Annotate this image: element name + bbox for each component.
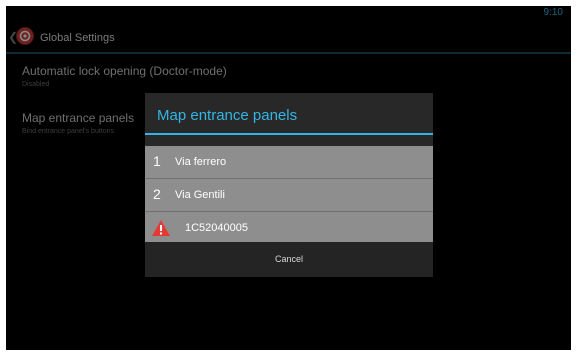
option-index: 1 bbox=[153, 153, 161, 169]
dialog-option-via-ferrero[interactable]: 1 Via ferrero bbox=[145, 146, 433, 179]
option-label: Via ferrero bbox=[175, 156, 227, 168]
dialog-footer: Cancel bbox=[145, 242, 433, 277]
option-label: 1C52040005 bbox=[185, 222, 249, 234]
android-screen: 9:10 ❮ Global Settings Automatic lock op… bbox=[6, 6, 571, 350]
dialog-option-via-gentili[interactable]: 2 Via Gentili bbox=[145, 179, 433, 212]
dialog-title: Map entrance panels bbox=[157, 107, 298, 124]
dialog-header: Map entrance panels bbox=[145, 93, 433, 135]
warning-icon bbox=[151, 219, 171, 242]
option-index: 2 bbox=[153, 186, 161, 202]
map-entrance-panels-dialog: Map entrance panels 1 Via ferrero 2 Via … bbox=[145, 93, 433, 277]
cancel-button[interactable]: Cancel bbox=[145, 242, 433, 277]
option-label: Via Gentili bbox=[175, 189, 225, 201]
dialog-option-unmapped-panel[interactable]: 1C52040005 bbox=[145, 212, 433, 245]
